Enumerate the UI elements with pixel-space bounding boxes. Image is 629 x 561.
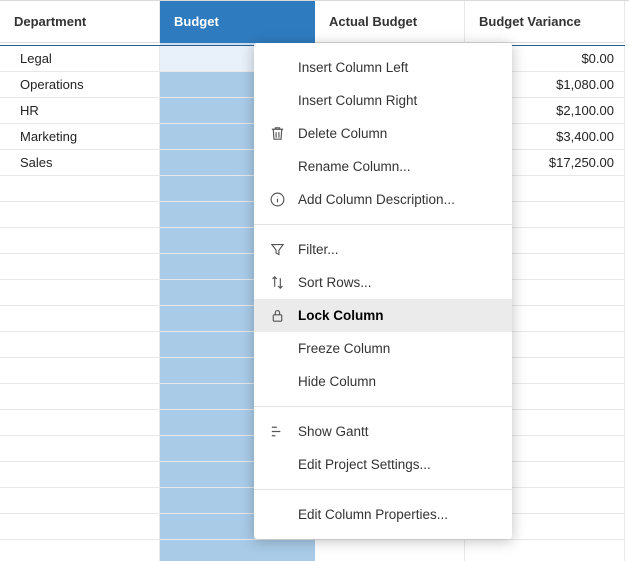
spreadsheet-app: Department Budget Actual Budget Budget V… — [0, 0, 629, 561]
menu-separator — [254, 489, 512, 490]
menu-label: Edit Column Properties... — [298, 507, 448, 522]
cell-empty[interactable] — [0, 332, 160, 358]
menu-separator — [254, 406, 512, 407]
menu-label: Sort Rows... — [298, 275, 372, 290]
menu-delete-column[interactable]: Delete Column — [254, 117, 512, 150]
cell-dept[interactable]: Legal — [0, 46, 160, 72]
info-icon — [268, 191, 286, 209]
col-header-label: Budget Variance — [479, 14, 581, 29]
col-header-budget[interactable]: Budget — [160, 1, 315, 43]
cell-empty[interactable] — [0, 228, 160, 254]
menu-separator — [254, 224, 512, 225]
col-header-label: Budget — [174, 14, 219, 29]
cell-empty[interactable] — [160, 540, 315, 561]
cell-empty[interactable] — [465, 540, 625, 561]
menu-label: Freeze Column — [298, 341, 390, 356]
cell-empty[interactable] — [0, 280, 160, 306]
menu-label: Add Column Description... — [298, 192, 455, 207]
menu-label: Lock Column — [298, 308, 384, 323]
cell-dept[interactable]: HR — [0, 98, 160, 124]
cell-empty[interactable] — [0, 202, 160, 228]
menu-filter[interactable]: Filter... — [254, 233, 512, 266]
cell-empty[interactable] — [0, 462, 160, 488]
menu-label: Rename Column... — [298, 159, 411, 174]
menu-label: Show Gantt — [298, 424, 369, 439]
menu-label: Hide Column — [298, 374, 376, 389]
col-header-department[interactable]: Department — [0, 1, 160, 43]
menu-label: Edit Project Settings... — [298, 457, 431, 472]
menu-insert-left[interactable]: Insert Column Left — [254, 51, 512, 84]
trash-icon — [268, 125, 286, 143]
cell-empty[interactable] — [0, 358, 160, 384]
cell-empty[interactable] — [0, 488, 160, 514]
cell-empty[interactable] — [0, 436, 160, 462]
menu-freeze-column[interactable]: Freeze Column — [254, 332, 512, 365]
menu-label: Delete Column — [298, 126, 387, 141]
cell-empty[interactable] — [0, 254, 160, 280]
sort-icon — [268, 274, 286, 292]
menu-label: Insert Column Left — [298, 60, 408, 75]
cell-empty[interactable] — [0, 306, 160, 332]
filter-icon — [268, 241, 286, 259]
cell-dept[interactable]: Sales — [0, 150, 160, 176]
cell-dept[interactable]: Marketing — [0, 124, 160, 150]
menu-label: Filter... — [298, 242, 339, 257]
menu-rename-column[interactable]: Rename Column... — [254, 150, 512, 183]
menu-insert-right[interactable]: Insert Column Right — [254, 84, 512, 117]
col-header-label: Actual Budget — [329, 14, 417, 29]
column-context-menu: Insert Column Left Insert Column Right D… — [254, 43, 512, 539]
cell-empty[interactable] — [315, 540, 465, 561]
col-header-variance[interactable]: Budget Variance — [465, 1, 625, 43]
cell-empty[interactable] — [0, 540, 160, 561]
menu-column-properties[interactable]: Edit Column Properties... — [254, 498, 512, 531]
gantt-icon — [268, 423, 286, 441]
col-header-label: Department — [14, 14, 86, 29]
col-header-actual[interactable]: Actual Budget — [315, 1, 465, 43]
menu-show-gantt[interactable]: Show Gantt — [254, 415, 512, 448]
cell-dept[interactable]: Operations — [0, 72, 160, 98]
cell-empty[interactable] — [0, 514, 160, 540]
menu-sort-rows[interactable]: Sort Rows... — [254, 266, 512, 299]
menu-hide-column[interactable]: Hide Column — [254, 365, 512, 398]
lock-icon — [268, 307, 286, 325]
cell-empty[interactable] — [0, 176, 160, 202]
menu-project-settings[interactable]: Edit Project Settings... — [254, 448, 512, 481]
cell-empty[interactable] — [0, 410, 160, 436]
menu-lock-column[interactable]: Lock Column — [254, 299, 512, 332]
cell-empty[interactable] — [0, 384, 160, 410]
menu-label: Insert Column Right — [298, 93, 417, 108]
menu-add-description[interactable]: Add Column Description... — [254, 183, 512, 216]
